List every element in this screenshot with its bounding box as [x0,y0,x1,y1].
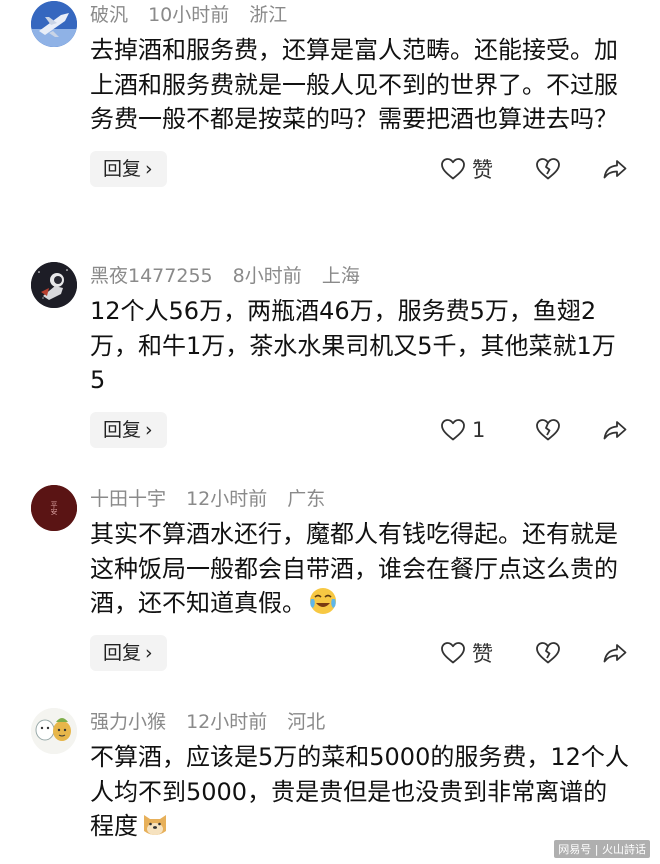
share-arrow-icon [603,643,627,662]
reply-label: 回复 [103,157,142,180]
timestamp: 12小时前 [186,488,268,510]
location: 广东 [287,488,326,510]
username[interactable]: 十田十宇 [90,488,166,510]
avatar-seal-text: 平安 [50,501,58,515]
comment-text-content: 其实不算酒水还行，魔都人有钱吃得起。还有就是这种饭局一般都会自带酒，谁会在餐厅点… [90,520,618,617]
chevron-right-icon: › [145,641,153,664]
share-button[interactable] [602,637,628,669]
comment-item: 破汎 10小时前 浙江 去掉酒和服务费，还算是富人范畴。还能接受。加上酒和服务费… [0,1,660,191]
dislike-button[interactable] [535,637,561,669]
timestamp: 10小时前 [148,4,230,26]
reply-button[interactable]: 回复 › [90,634,167,671]
comment-actions: 回复 › 1 [90,411,630,452]
reply-label: 回复 [103,641,142,664]
location: 上海 [321,265,360,287]
username[interactable]: 黑夜1477255 [90,265,213,287]
reply-button[interactable]: 回复 › [90,150,167,187]
avatar[interactable] [31,262,77,308]
timestamp: 8小时前 [232,265,302,287]
chevron-right-icon: › [145,157,153,180]
avatar[interactable] [31,1,77,47]
reply-button[interactable]: 回复 › [90,411,167,448]
comment-text: 不算酒，应该是5万的菜和5000的服务费，12个人人均不到5000，贵是贵但是也… [90,740,630,844]
like-button[interactable]: 1 [440,414,485,446]
like-label: 赞 [472,157,493,182]
watermark: 网易号 | 火山詩话 [554,840,650,858]
dislike-button[interactable] [535,153,561,185]
heart-outline-icon [441,418,465,440]
comment-item: 黑夜1477255 8小时前 上海 12个人56万，两瓶酒46万，服务费5万，鱼… [0,262,660,452]
like-count: 1 [472,417,486,442]
avatar[interactable] [31,708,77,754]
chevron-right-icon: › [145,418,153,441]
comment-meta: 强力小猴 12小时前 河北 [90,708,630,736]
astronaut-icon [31,262,77,308]
username[interactable]: 破汎 [90,4,128,26]
comment-text: 去掉酒和服务费，还算是富人范畴。还能接受。加上酒和服务费就是一般人见不到的世界了… [90,36,618,133]
comment-actions: 回复 › 赞 [90,150,630,191]
share-arrow-icon [603,420,627,439]
broken-heart-icon [536,641,560,663]
heart-outline-icon [441,641,465,663]
share-arrow-icon [603,159,627,178]
heart-outline-icon [441,157,465,179]
comment-text: 其实不算酒水还行，魔都人有钱吃得起。还有就是这种饭局一般都会自带酒，谁会在餐厅点… [90,517,630,621]
avatar[interactable]: 平安 [31,485,77,531]
broken-heart-icon [536,418,560,440]
share-button[interactable] [602,153,628,185]
timestamp: 12小时前 [186,711,268,733]
location: 河北 [287,711,326,733]
comment-text-content: 不算酒，应该是5万的菜和5000的服务费，12个人人均不到5000，贵是贵但是也… [90,743,629,840]
comment-meta: 十田十宇 12小时前 广东 [90,485,630,513]
dislike-button[interactable] [535,414,561,446]
like-button[interactable]: 赞 [440,637,493,669]
doge-emoji-icon [144,815,166,835]
share-button[interactable] [602,414,628,446]
comment-item: 平安 十田十宇 12小时前 广东 其实不算酒水还行，魔都人有钱吃得起。还有就是这… [0,485,660,675]
like-button[interactable]: 赞 [440,153,493,185]
comment-meta: 破汎 10小时前 浙江 [90,1,630,29]
like-label: 赞 [472,641,493,666]
comment-meta: 黑夜1477255 8小时前 上海 [90,262,630,290]
comment-text: 12个人56万，两瓶酒46万，服务费5万，鱼翅2万，和牛1万，茶水水果司机又5千… [90,297,616,394]
cartoon-characters-icon [31,708,77,754]
reply-label: 回复 [103,418,142,441]
crying-laughing-emoji-icon [310,588,336,614]
comment-item: 强力小猴 12小时前 河北 不算酒，应该是5万的菜和5000的服务费，12个人人… [0,708,660,844]
fighter-jet-icon [31,1,77,47]
comment-actions: 回复 › 赞 [90,634,630,675]
location: 浙江 [249,4,288,26]
broken-heart-icon [536,157,560,179]
username[interactable]: 强力小猴 [90,711,166,733]
